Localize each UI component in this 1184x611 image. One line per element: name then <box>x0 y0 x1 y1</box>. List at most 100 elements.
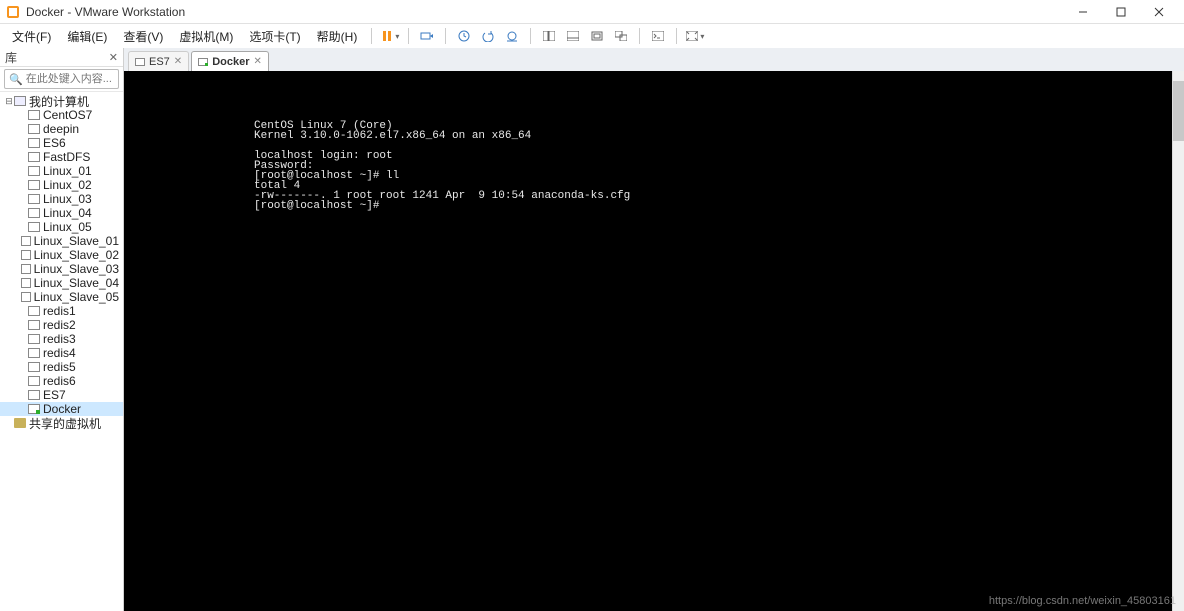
fullscreen-button[interactable] <box>586 25 608 47</box>
tree-vm-item[interactable]: CentOS7 <box>0 108 123 122</box>
vm-icon <box>28 110 40 120</box>
tree-vm-item[interactable]: redis1 <box>0 304 123 318</box>
tree-vm-item[interactable]: Linux_Slave_02 <box>0 248 123 262</box>
pause-button[interactable] <box>379 25 401 47</box>
unity-button[interactable] <box>610 25 632 47</box>
menu-tabs[interactable]: 选项卡(T) <box>241 26 308 47</box>
vm-icon <box>28 194 40 204</box>
vm-icon <box>28 222 40 232</box>
tree-shared-vms[interactable]: 共享的虚拟机 <box>0 416 123 430</box>
tree-vm-item[interactable]: Linux_Slave_03 <box>0 262 123 276</box>
stretch-button[interactable] <box>684 25 706 47</box>
tree-vm-item[interactable]: Linux_Slave_05 <box>0 290 123 304</box>
tree-vm-label: Linux_04 <box>43 206 92 220</box>
tree-vm-item[interactable]: Linux_Slave_01 <box>0 234 123 248</box>
tab-es7[interactable]: ES7✕ <box>128 51 189 71</box>
search-input-wrapper[interactable]: 🔍 ▼ <box>4 69 119 89</box>
folder-icon <box>14 418 26 428</box>
snapshot-manager-button[interactable] <box>501 25 523 47</box>
tree-vm-label: Linux_Slave_03 <box>34 262 119 276</box>
vm-icon <box>28 138 40 148</box>
tree-vm-item[interactable]: redis5 <box>0 360 123 374</box>
tab-close-icon[interactable]: ✕ <box>253 56 261 67</box>
vm-icon <box>28 390 40 400</box>
separator <box>445 28 446 44</box>
tree-vm-item[interactable]: Linux_04 <box>0 206 123 220</box>
menu-help[interactable]: 帮助(H) <box>309 26 366 47</box>
minimize-button[interactable] <box>1064 0 1102 24</box>
menubar: 文件(F) 编辑(E) 查看(V) 虚拟机(M) 选项卡(T) 帮助(H) <box>0 24 1184 48</box>
tree-vm-label: redis2 <box>43 318 76 332</box>
tree-vm-label: Linux_Slave_01 <box>34 234 119 248</box>
console-button[interactable] <box>647 25 669 47</box>
tree-vm-item[interactable]: redis3 <box>0 332 123 346</box>
tree-vm-label: Linux_02 <box>43 178 92 192</box>
separator <box>371 28 372 44</box>
tree-root-label: 我的计算机 <box>29 93 89 110</box>
sidebar-close-button[interactable]: ✕ <box>109 51 118 64</box>
tree-vm-item[interactable]: ES7 <box>0 388 123 402</box>
vm-icon <box>21 264 30 274</box>
send-ctrl-alt-del-button[interactable] <box>416 25 438 47</box>
tree-vm-item[interactable]: Linux_05 <box>0 220 123 234</box>
menu-edit[interactable]: 编辑(E) <box>59 26 115 47</box>
tree-vm-label: deepin <box>43 122 79 136</box>
vm-icon <box>28 362 40 372</box>
tree-vm-label: Linux_01 <box>43 164 92 178</box>
terminal[interactable]: CentOS Linux 7 (Core) Kernel 3.10.0-1062… <box>124 71 1184 611</box>
thumbnail-view-button[interactable] <box>538 25 560 47</box>
vm-icon <box>21 278 30 288</box>
separator <box>639 28 640 44</box>
menu-vm[interactable]: 虚拟机(M) <box>171 26 241 47</box>
tab-label: Docker <box>212 56 249 68</box>
snapshot-take-button[interactable] <box>453 25 475 47</box>
single-view-button[interactable] <box>562 25 584 47</box>
tab-bar: ES7✕ Docker ✕ <box>124 48 1184 71</box>
separator <box>530 28 531 44</box>
tree-vm-item[interactable]: Linux_02 <box>0 178 123 192</box>
vm-icon <box>28 180 40 190</box>
tree-vm-label: redis4 <box>43 346 76 360</box>
tree-vm-label: FastDFS <box>43 150 90 164</box>
tree-vm-label: redis3 <box>43 332 76 346</box>
vm-icon <box>28 334 40 344</box>
tree-vm-item[interactable]: ES6 <box>0 136 123 150</box>
tree-vm-item[interactable]: redis4 <box>0 346 123 360</box>
tree-vm-label: ES7 <box>43 388 66 402</box>
tree-vm-item[interactable]: FastDFS <box>0 150 123 164</box>
maximize-button[interactable] <box>1102 0 1140 24</box>
menu-view[interactable]: 查看(V) <box>115 26 171 47</box>
tree-vm-item[interactable]: redis2 <box>0 318 123 332</box>
content-area: ES7✕ Docker ✕ CentOS Linux 7 (Core) Kernel… <box>124 48 1184 611</box>
tree-vm-label: redis5 <box>43 360 76 374</box>
tree-vm-label: Linux_Slave_04 <box>34 276 119 290</box>
scrollbar-thumb[interactable] <box>1173 81 1184 141</box>
tab-docker[interactable]: Docker ✕ <box>191 51 269 71</box>
tree-vm-item[interactable]: Linux_03 <box>0 192 123 206</box>
tree-vm-label: Linux_Slave_05 <box>34 290 119 304</box>
vm-icon <box>198 58 208 66</box>
menu-file[interactable]: 文件(F) <box>4 26 59 47</box>
window-titlebar: Docker - VMware Workstation <box>0 0 1184 24</box>
vm-icon <box>28 348 40 358</box>
sidebar: 库 ✕ 🔍 ▼ ⊟ 我的计算机 CentOS7deepinES6FastDFSL… <box>0 48 124 611</box>
vm-icon <box>28 208 40 218</box>
close-button[interactable] <box>1140 0 1178 24</box>
tree-vm-item[interactable]: Linux_Slave_04 <box>0 276 123 290</box>
collapse-icon[interactable]: ⊟ <box>4 96 14 107</box>
tree-vm-item[interactable]: redis6 <box>0 374 123 388</box>
tree-vm-label: Linux_05 <box>43 220 92 234</box>
tree-shared-label: 共享的虚拟机 <box>29 415 101 432</box>
app-icon <box>6 5 20 19</box>
separator <box>676 28 677 44</box>
tree-vm-label: redis1 <box>43 304 76 318</box>
vm-console-view[interactable]: CentOS Linux 7 (Core) Kernel 3.10.0-1062… <box>124 71 1184 611</box>
tree-vm-item[interactable]: Linux_01 <box>0 164 123 178</box>
sidebar-title: 库 <box>5 49 109 66</box>
tab-close-icon[interactable]: ✕ <box>174 56 182 67</box>
tree-root-my-computer[interactable]: ⊟ 我的计算机 <box>0 94 123 108</box>
tree-vm-item[interactable]: deepin <box>0 122 123 136</box>
computer-icon <box>14 96 26 106</box>
vertical-scrollbar[interactable] <box>1172 71 1184 611</box>
snapshot-revert-button[interactable] <box>477 25 499 47</box>
